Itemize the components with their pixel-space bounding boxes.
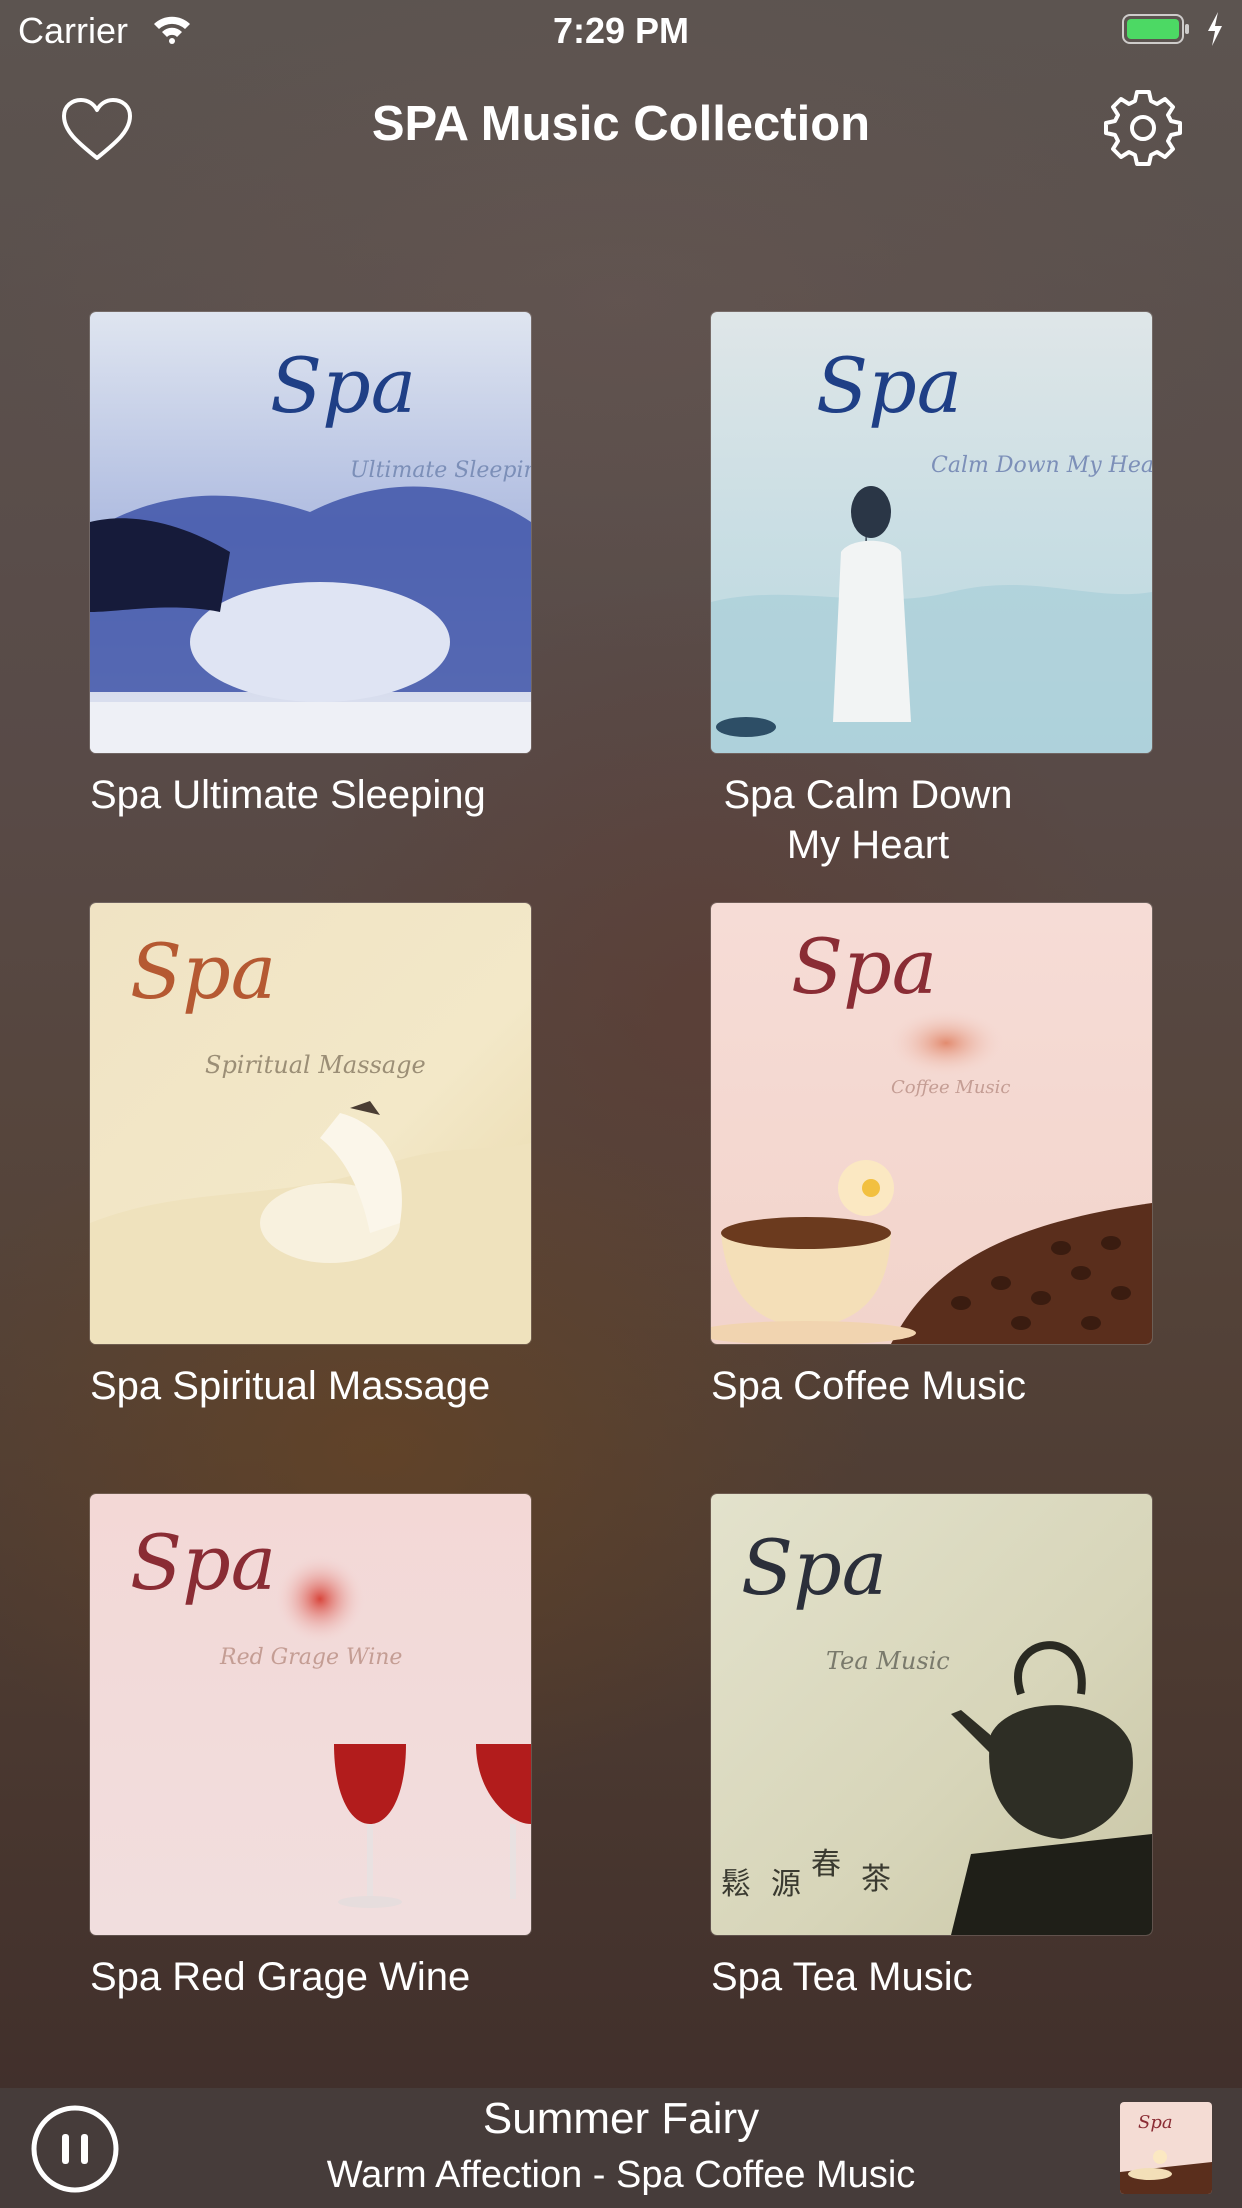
album-title-line: Spa Calm Down [723, 773, 1013, 817]
cover-logo: Spa [791, 922, 937, 1011]
status-bar: Carrier 7:29 PM [0, 0, 1242, 60]
clock: 7:29 PM [552, 10, 690, 51]
album-title: Spa Spiritual Massage [90, 1364, 491, 1408]
cover-subtitle: Coffee Music [891, 1077, 1011, 1098]
cover-subtitle: Ultimate Sleeping [350, 458, 531, 483]
album-title: Spa Coffee Music [711, 1364, 1026, 1408]
album-cover[interactable]: Spa Spiritual Massage [90, 903, 531, 1344]
album-cover[interactable]: Spa Calm Down My Heart [711, 312, 1152, 753]
svg-text:源: 源 [771, 1867, 801, 1902]
cover-logo: Spa [816, 341, 962, 430]
thumb-logo: Spa [1138, 2112, 1173, 2133]
gear-icon[interactable] [1104, 88, 1182, 166]
cover-subtitle: Spiritual Massage [205, 1051, 426, 1079]
charging-icon [1208, 12, 1222, 46]
album-title: Spa Red Grage Wine [90, 1955, 471, 1999]
album-title: Spa Tea Music [711, 1955, 973, 1999]
cover-logo: Spa [130, 927, 276, 1016]
album-cover[interactable]: Spa Ultimate Sleeping [90, 312, 531, 753]
now-playing-subtitle: Warm Affection - Spa Coffee Music [326, 2154, 916, 2196]
svg-text:茶: 茶 [861, 1862, 891, 1897]
album-title-line: My Heart [786, 823, 950, 867]
cover-logo: Spa [741, 1523, 887, 1612]
cover-subtitle: Tea Music [826, 1647, 950, 1675]
album-title: Spa Ultimate Sleeping [90, 773, 486, 817]
album-cover[interactable]: Spa Red Grage Wine [90, 1494, 531, 1935]
album-cover[interactable]: 鬆源春茶 Spa Tea Music [711, 1494, 1152, 1935]
cover-logo: Spa [270, 341, 416, 430]
svg-text:春: 春 [811, 1847, 841, 1882]
album-title: Spa Calm Down My Heart [711, 770, 1025, 870]
now-playing-title: Summer Fairy [482, 2094, 760, 2143]
page-title: SPA Music Collection [371, 97, 871, 151]
mini-player[interactable]: Summer Fairy Warm Affection - Spa Coffee… [0, 2088, 1242, 2208]
album-cover[interactable]: Spa Coffee Music [711, 903, 1152, 1344]
battery-icon [1122, 14, 1189, 44]
cover-logo: Spa [130, 1518, 276, 1607]
cover-subtitle: Calm Down My Heart [931, 453, 1152, 478]
svg-text:鬆: 鬆 [721, 1867, 751, 1902]
cover-subtitle: Red Grage Wine [219, 1645, 402, 1670]
now-playing-artwork[interactable]: Spa [1120, 2102, 1212, 2194]
